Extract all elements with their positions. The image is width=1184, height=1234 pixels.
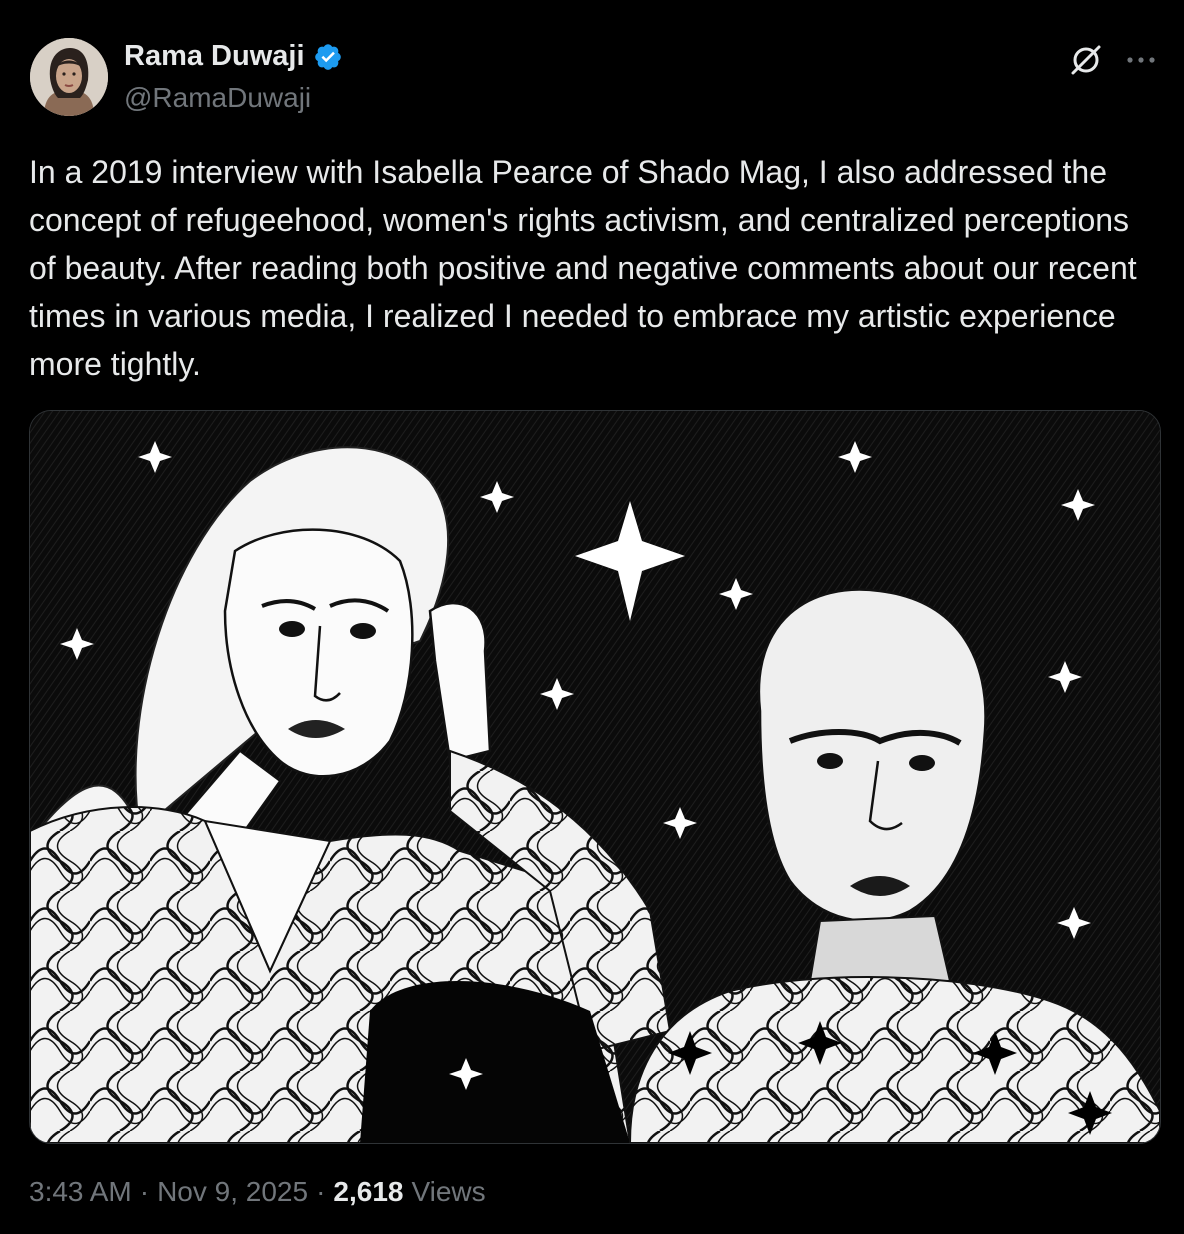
- avatar-portrait: [30, 38, 108, 116]
- verified-badge-icon: [314, 43, 341, 70]
- author-name-text: Rama Duwaji: [124, 40, 305, 72]
- author-name[interactable]: Rama Duwaji: [124, 40, 343, 73]
- grok-icon: [1071, 45, 1101, 75]
- author-avatar[interactable]: [30, 38, 108, 116]
- views-label: Views: [411, 1176, 486, 1207]
- grok-button[interactable]: [1068, 42, 1104, 78]
- more-options-button[interactable]: [1124, 46, 1158, 74]
- view-count: 2,618: [333, 1176, 404, 1207]
- illustration-image: [30, 411, 1160, 1143]
- more-horizontal-icon: [1127, 57, 1155, 63]
- tweet-text: In a 2019 interview with Isabella Pearce…: [29, 154, 1146, 382]
- tweet-date[interactable]: Nov 9, 2025: [157, 1176, 308, 1208]
- tweet-time[interactable]: 3:43 AM: [29, 1176, 132, 1208]
- meta-separator: ·: [316, 1176, 326, 1207]
- author-handle[interactable]: @RamaDuwaji: [124, 82, 311, 114]
- tweet-media[interactable]: [29, 410, 1161, 1144]
- meta-separator: ·: [139, 1176, 150, 1207]
- tweet-meta: 3:43 AM · Nov 9, 2025 · 2,618 Views: [29, 1176, 486, 1208]
